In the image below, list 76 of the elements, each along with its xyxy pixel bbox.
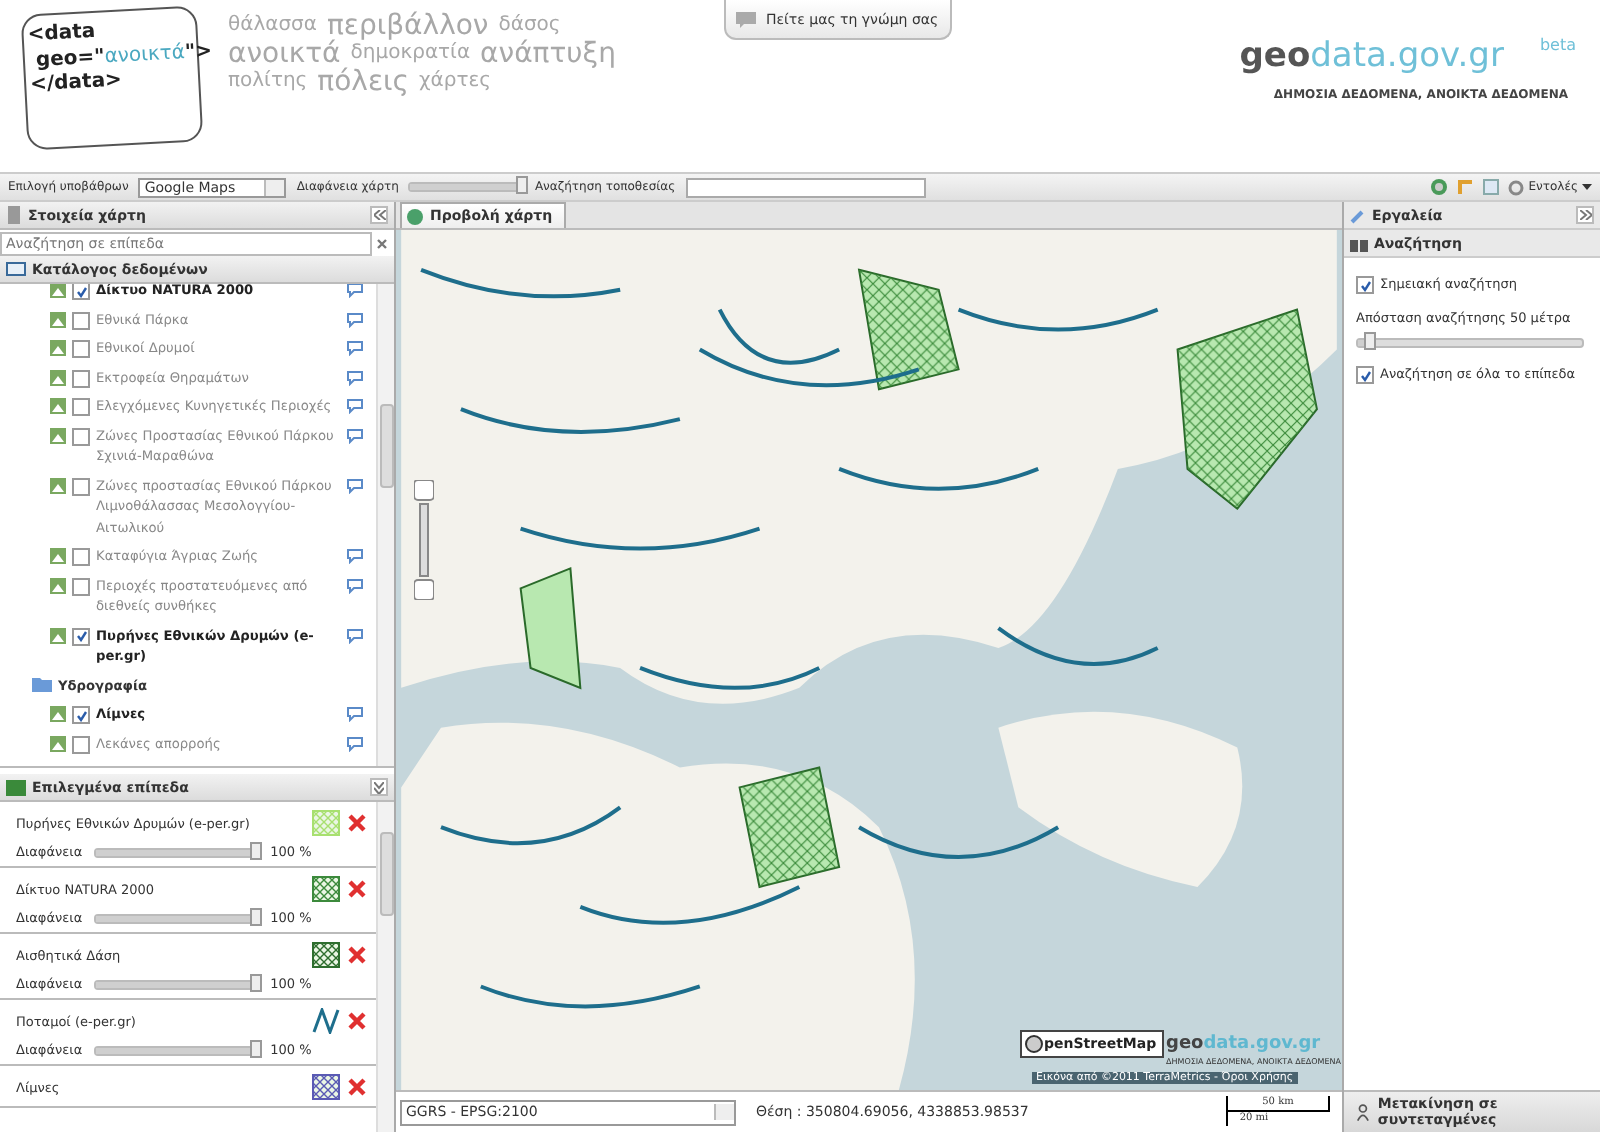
magnifier-icon (1024, 1034, 1044, 1054)
globe-icon[interactable] (1430, 178, 1449, 196)
comment-icon[interactable] (346, 627, 364, 643)
corner-icon[interactable] (1456, 178, 1475, 196)
clear-icon[interactable] (376, 237, 388, 249)
cloud-word: πολίτης (228, 68, 308, 96)
remove-icon[interactable] (348, 880, 366, 898)
remove-icon[interactable] (348, 1012, 366, 1030)
remove-icon[interactable] (348, 1078, 366, 1096)
checkbox[interactable] (72, 577, 90, 595)
checkbox[interactable] (72, 340, 90, 358)
map-logo: geodata.gov.gr (1166, 1034, 1321, 1054)
opacity-slider[interactable] (94, 979, 259, 989)
layer-icon (50, 284, 66, 298)
cloud-word: ανάπτυξη (480, 40, 616, 68)
scrollbar[interactable] (376, 802, 394, 1132)
opacity-slider[interactable] (94, 913, 259, 923)
opacity-slider[interactable] (94, 1045, 259, 1055)
layer-icon (50, 706, 66, 722)
checkbox[interactable] (1356, 366, 1374, 384)
cloud-word: δάσος (498, 12, 561, 39)
zoom-control[interactable] (414, 480, 434, 600)
layer-icon (50, 340, 66, 356)
beta-label: beta (1539, 36, 1576, 54)
remove-icon[interactable] (348, 946, 366, 964)
layer-icon (50, 369, 66, 385)
folder-icon (32, 675, 52, 691)
checkbox[interactable] (72, 369, 90, 387)
checkbox[interactable] (72, 311, 90, 329)
globe-icon (406, 207, 424, 225)
book-icon (6, 260, 26, 278)
checkbox[interactable] (72, 627, 90, 645)
collapse-button[interactable] (370, 778, 388, 796)
cloud-word: χάρτες (418, 68, 491, 96)
scrollbar[interactable] (376, 284, 394, 766)
checkbox[interactable] (72, 284, 90, 300)
cloud-word: περιβάλλον (327, 12, 489, 40)
layer-icon (50, 627, 66, 643)
double-chevron-icon (1579, 210, 1591, 220)
remove-icon[interactable] (348, 814, 366, 832)
checkbox[interactable] (72, 398, 90, 416)
cloud-word: δημοκρατία (350, 40, 471, 67)
caret-icon (1582, 183, 1592, 191)
cloud-word: ανοικτά (228, 40, 341, 68)
collapse-button[interactable] (1576, 206, 1594, 224)
comment-icon[interactable] (346, 477, 364, 493)
checkbox[interactable] (72, 706, 90, 724)
double-chevron-icon (373, 210, 385, 220)
double-chevron-icon (374, 781, 384, 793)
cloud-word: πόλεις (317, 68, 409, 96)
layer-icon (50, 427, 66, 443)
cloud-word: θάλασσα (228, 12, 317, 39)
collapse-button[interactable] (370, 206, 388, 224)
layer-icon (50, 577, 66, 593)
checkbox[interactable] (72, 548, 90, 566)
checkbox[interactable] (72, 735, 90, 753)
opacity-slider[interactable] (408, 182, 525, 192)
site-logo: geodata.gov.gr (1239, 36, 1504, 76)
layers-icon (6, 779, 26, 795)
location-field[interactable] (685, 177, 926, 197)
person-icon (1356, 1102, 1370, 1122)
layer-icon (50, 311, 66, 327)
layer-icon (50, 735, 66, 751)
layer-icon (50, 548, 66, 564)
checkbox[interactable] (72, 477, 90, 495)
opacity-slider[interactable] (94, 847, 259, 857)
checkbox[interactable] (72, 427, 90, 445)
checkbox[interactable] (1356, 276, 1374, 294)
distance-slider[interactable] (1356, 338, 1584, 348)
document-icon (6, 206, 22, 224)
speech-bubble-icon (734, 9, 758, 29)
layer-icon (50, 477, 66, 493)
map-drawing[interactable] (396, 230, 1342, 1090)
frame-icon[interactable] (1482, 178, 1501, 196)
layer-icon (50, 398, 66, 414)
gear-icon (1508, 179, 1525, 195)
